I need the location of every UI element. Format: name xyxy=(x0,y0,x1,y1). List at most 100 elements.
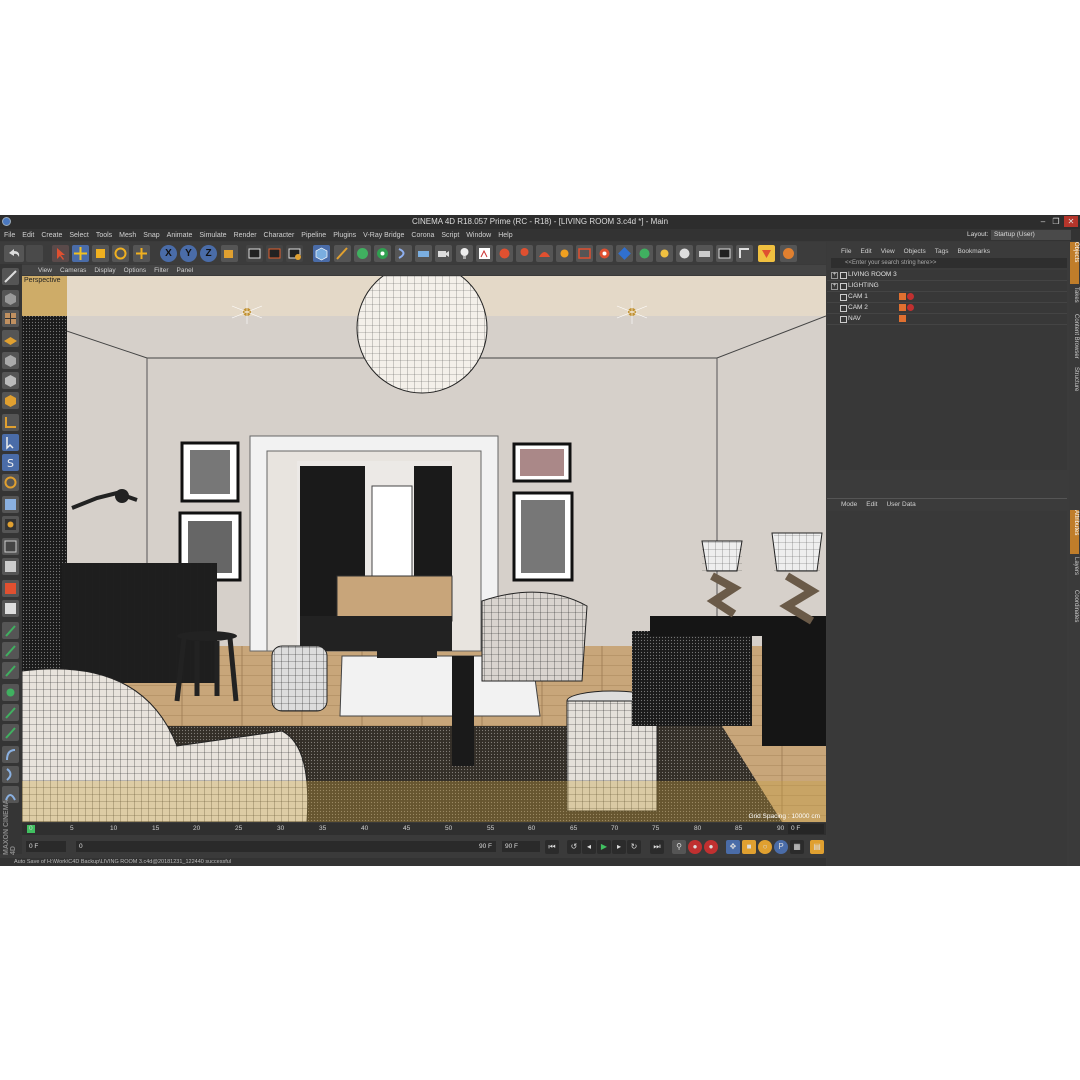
menu-render[interactable]: Render xyxy=(234,232,257,239)
vray-proxy-icon[interactable] xyxy=(596,245,613,262)
om-menu-file[interactable]: File xyxy=(841,248,851,255)
expand-toggle[interactable]: + xyxy=(831,272,838,279)
am-menu-edit[interactable]: Edit xyxy=(866,501,877,508)
live-selection-icon[interactable] xyxy=(52,245,69,262)
object-row[interactable]: CAM 1 xyxy=(827,292,1067,303)
start-frame-field[interactable]: 0 F xyxy=(26,841,66,852)
menu-tools[interactable]: Tools xyxy=(96,232,112,239)
vray-sun-icon[interactable] xyxy=(556,245,573,262)
play-icon[interactable]: ▶ xyxy=(597,840,611,854)
bend-icon[interactable] xyxy=(2,746,19,763)
workplane-icon[interactable] xyxy=(2,330,19,347)
solo-icon[interactable] xyxy=(2,516,19,533)
next-frame-icon[interactable]: ▸ xyxy=(612,840,626,854)
sculpt-inflate-icon[interactable] xyxy=(2,684,19,701)
keyframe-selection-icon[interactable]: ⚲ xyxy=(672,840,686,854)
object-row[interactable]: CAM 2 xyxy=(827,303,1067,314)
corona-scatter-icon[interactable] xyxy=(780,245,797,262)
record-parameter-icon[interactable]: P xyxy=(774,840,788,854)
edit-render-icon[interactable] xyxy=(2,538,19,555)
corona-light-icon[interactable] xyxy=(636,245,653,262)
subdivision-icon[interactable] xyxy=(354,245,371,262)
object-row[interactable]: NAV xyxy=(827,314,1067,325)
record-position-icon[interactable]: ✥ xyxy=(726,840,740,854)
sculpt-grab-icon[interactable] xyxy=(2,724,19,741)
tag-icon[interactable] xyxy=(907,293,914,300)
expand-toggle[interactable]: + xyxy=(831,283,838,290)
corona-sun-icon[interactable] xyxy=(656,245,673,262)
record-rotation-icon[interactable]: ○ xyxy=(758,840,772,854)
vray-light-icon[interactable] xyxy=(516,245,533,262)
tag-icon[interactable] xyxy=(899,315,906,322)
object-name[interactable]: NAV xyxy=(848,315,861,322)
floor-icon[interactable] xyxy=(415,245,432,262)
menu-vray-bridge[interactable]: V-Ray Bridge xyxy=(363,232,404,239)
object-name[interactable]: LIGHTING xyxy=(848,282,879,289)
tweak-mode-icon[interactable] xyxy=(2,434,19,451)
undo-icon[interactable] xyxy=(4,245,24,262)
object-search-input[interactable]: <<Enter your search string here>> xyxy=(831,258,1067,268)
object-name[interactable]: CAM 1 xyxy=(848,293,868,300)
minimize-button[interactable]: – xyxy=(1037,216,1049,227)
tag-icon[interactable] xyxy=(907,304,914,311)
go-to-end-icon[interactable]: ⏭ xyxy=(650,840,664,854)
corona-vfb-icon[interactable] xyxy=(716,245,733,262)
menu-file[interactable]: File xyxy=(4,232,15,239)
corona-render-icon[interactable] xyxy=(676,245,693,262)
sculpt-pull-icon[interactable] xyxy=(2,662,19,679)
previous-frame-icon[interactable]: ◂ xyxy=(582,840,596,854)
display-mode-icon[interactable] xyxy=(2,558,19,575)
layer-icon[interactable] xyxy=(2,496,19,513)
vray-camera-icon[interactable] xyxy=(496,245,513,262)
tab-attributes[interactable]: Attributes xyxy=(1070,510,1079,554)
add-tool-icon[interactable] xyxy=(133,245,150,262)
tab-takes[interactable]: Takes xyxy=(1070,287,1079,311)
end-frame-field[interactable]: 90 F xyxy=(502,841,540,852)
camera-icon[interactable] xyxy=(435,245,452,262)
sculpt-brush-icon[interactable] xyxy=(2,622,19,639)
menu-select[interactable]: Select xyxy=(69,232,88,239)
corona-interactive-icon[interactable] xyxy=(758,245,775,262)
om-menu-bookmarks[interactable]: Bookmarks xyxy=(957,248,990,255)
record-scale-icon[interactable]: ■ xyxy=(742,840,756,854)
uv-polygons-icon[interactable] xyxy=(2,580,19,597)
model-mode-icon[interactable] xyxy=(2,290,19,307)
maximize-button[interactable]: ❐ xyxy=(1050,216,1062,227)
vray-frame-buffer-icon[interactable] xyxy=(576,245,593,262)
vray-dome-icon[interactable] xyxy=(536,245,553,262)
viewport-menu-view[interactable]: View xyxy=(38,267,52,274)
scale-tool-icon[interactable] xyxy=(92,245,109,262)
go-to-start-icon[interactable]: ⏮ xyxy=(545,840,559,854)
render-picture-viewer-icon[interactable] xyxy=(266,245,283,262)
viewport-menu-display[interactable]: Display xyxy=(94,267,115,274)
redo-icon[interactable] xyxy=(26,245,43,262)
viewport-menu-options[interactable]: Options xyxy=(124,267,146,274)
axis-mode-icon[interactable] xyxy=(2,414,19,431)
menu-edit[interactable]: Edit xyxy=(22,232,34,239)
deformer-icon[interactable] xyxy=(395,245,412,262)
uv-points-icon[interactable] xyxy=(2,600,19,617)
viewport-menu-filter[interactable]: Filter xyxy=(154,267,168,274)
sculpt-flatten-icon[interactable] xyxy=(2,704,19,721)
make-editable-icon[interactable] xyxy=(2,268,19,285)
om-menu-tags[interactable]: Tags xyxy=(935,248,949,255)
corona-proxy-icon[interactable] xyxy=(736,245,753,262)
viewport-menu-cameras[interactable]: Cameras xyxy=(60,267,86,274)
x-axis-lock[interactable]: X xyxy=(160,245,177,262)
am-menu-user-data[interactable]: User Data xyxy=(886,501,915,508)
light-icon[interactable] xyxy=(456,245,473,262)
tab-layers[interactable]: Layers xyxy=(1070,557,1079,587)
timeline-window-icon[interactable]: ▤ xyxy=(810,840,824,854)
rotate-tool-icon[interactable] xyxy=(112,245,129,262)
menu-create[interactable]: Create xyxy=(41,232,62,239)
cube-icon[interactable] xyxy=(313,245,330,262)
viewport-menu-panel[interactable]: Panel xyxy=(177,267,194,274)
menu-window[interactable]: Window xyxy=(466,232,491,239)
menu-character[interactable]: Character xyxy=(264,232,295,239)
render-settings-icon[interactable] xyxy=(286,245,303,262)
menu-plugins[interactable]: Plugins xyxy=(333,232,356,239)
texture-mode-icon[interactable] xyxy=(2,310,19,327)
om-menu-objects[interactable]: Objects xyxy=(904,248,926,255)
autokeying-icon[interactable]: ● xyxy=(704,840,718,854)
om-menu-view[interactable]: View xyxy=(881,248,895,255)
